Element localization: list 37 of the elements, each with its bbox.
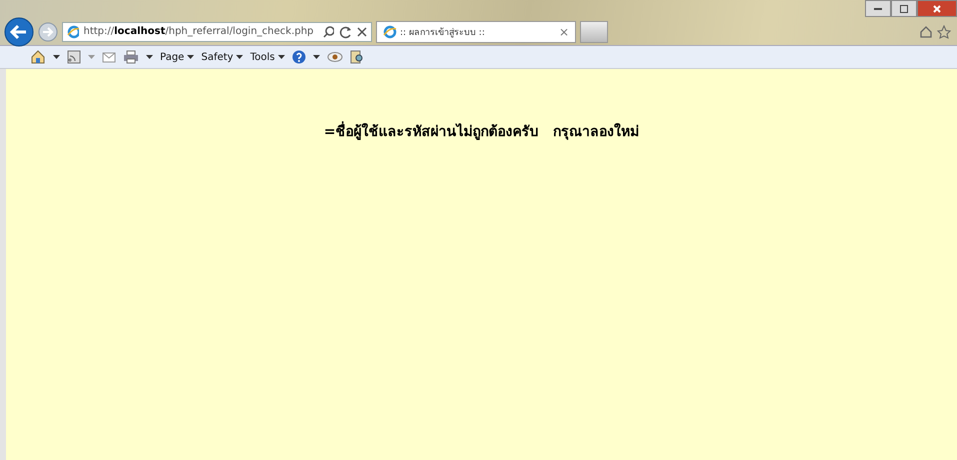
close-icon [932,4,942,14]
forward-button[interactable] [38,22,58,42]
maximize-button[interactable] [891,0,917,17]
browser-tab[interactable]: :: ผลการเข้าสู่ระบบ :: × [376,20,576,42]
menu-button[interactable]: Safety [201,52,244,62]
stop-icon[interactable] [356,26,367,38]
minimize-button[interactable] [865,0,891,17]
eye-icon[interactable] [326,51,343,63]
caret-icon [236,54,244,60]
tab-title: :: ผลการเข้าสู่ระบบ :: [400,26,485,38]
caret-icon [187,54,194,60]
ie-page-icon [67,24,80,38]
star-icon[interactable] [937,24,951,38]
caret-icon[interactable] [53,54,60,60]
url-text: http://localhost/hph_referral/login_check.php [83,26,314,37]
caret-icon[interactable] [312,54,320,60]
search-icon[interactable] [322,24,334,38]
menu-button[interactable]: Tools [250,52,285,62]
help-icon[interactable] [292,50,306,64]
mail-icon[interactable] [102,51,116,63]
close-button[interactable] [917,0,957,17]
research-icon[interactable] [350,50,364,64]
tab-close-button[interactable]: × [558,24,569,38]
error-message: =ชื่อผู้ใช้และรหัสผ่านไม่ถูกต้องครับ กรุณาลองใหม่ [324,120,640,140]
feed-icon[interactable] [67,50,81,64]
home-icon[interactable] [30,49,46,65]
home-icon[interactable] [919,24,933,38]
ie-page-icon [383,24,397,38]
refresh-icon[interactable] [338,24,352,38]
caret-icon [278,54,285,60]
back-button[interactable] [4,16,34,46]
printer-icon[interactable] [123,50,139,64]
menu-button[interactable]: Page [160,52,194,62]
address-field[interactable]: http://localhost/hph_referral/login_check.php [62,22,372,42]
caret-icon[interactable] [146,54,153,60]
minimize-icon [873,6,883,10]
maximize-icon [899,4,909,14]
